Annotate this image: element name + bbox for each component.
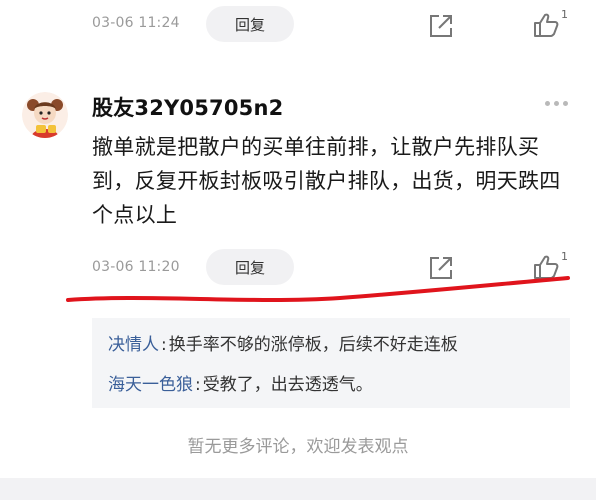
- reply-author[interactable]: 海天一色狼: [108, 375, 193, 395]
- prev-like-count: 1: [561, 8, 568, 21]
- prev-comment-time: 03-06 11:24: [92, 15, 180, 31]
- username[interactable]: 股友32Y05705n2: [92, 92, 283, 122]
- share-icon[interactable]: [428, 13, 454, 39]
- bottom-bar: [0, 478, 596, 500]
- thumbs-up-icon[interactable]: [532, 12, 560, 38]
- avatar[interactable]: [22, 92, 68, 138]
- more-dot: [545, 101, 550, 106]
- reply-text: 受教了，出去透透气。: [202, 375, 373, 395]
- reply-separator: :: [195, 375, 201, 395]
- prev-reply-button[interactable]: 回复: [206, 6, 294, 42]
- red-annotation-line: [66, 276, 570, 302]
- reply-separator: :: [161, 335, 167, 355]
- no-more-comments-note: 暂无更多评论，欢迎发表观点: [187, 437, 409, 457]
- more-dot: [563, 101, 568, 106]
- reply-item[interactable]: 海天一色狼: 受教了，出去透透气。: [108, 370, 373, 395]
- reply-item[interactable]: 决情人: 换手率不够的涨停板，后续不好走连板: [108, 330, 458, 355]
- reply-text: 换手率不够的涨停板，后续不好走连板: [168, 335, 458, 355]
- replies-box: 决情人: 换手率不够的涨停板，后续不好走连板 海天一色狼: 受教了，出去透透气。: [92, 318, 570, 408]
- more-dots-icon[interactable]: [545, 101, 568, 106]
- comment-text: 撤单就是把散户的买单往前排，让散户先排队买到，反复开板封板吸引散户排队，出货，明…: [92, 135, 561, 227]
- reply-author[interactable]: 决情人: [108, 335, 159, 355]
- more-dot: [554, 101, 559, 106]
- like-count: 1: [561, 250, 568, 263]
- avatar-image: [22, 92, 68, 138]
